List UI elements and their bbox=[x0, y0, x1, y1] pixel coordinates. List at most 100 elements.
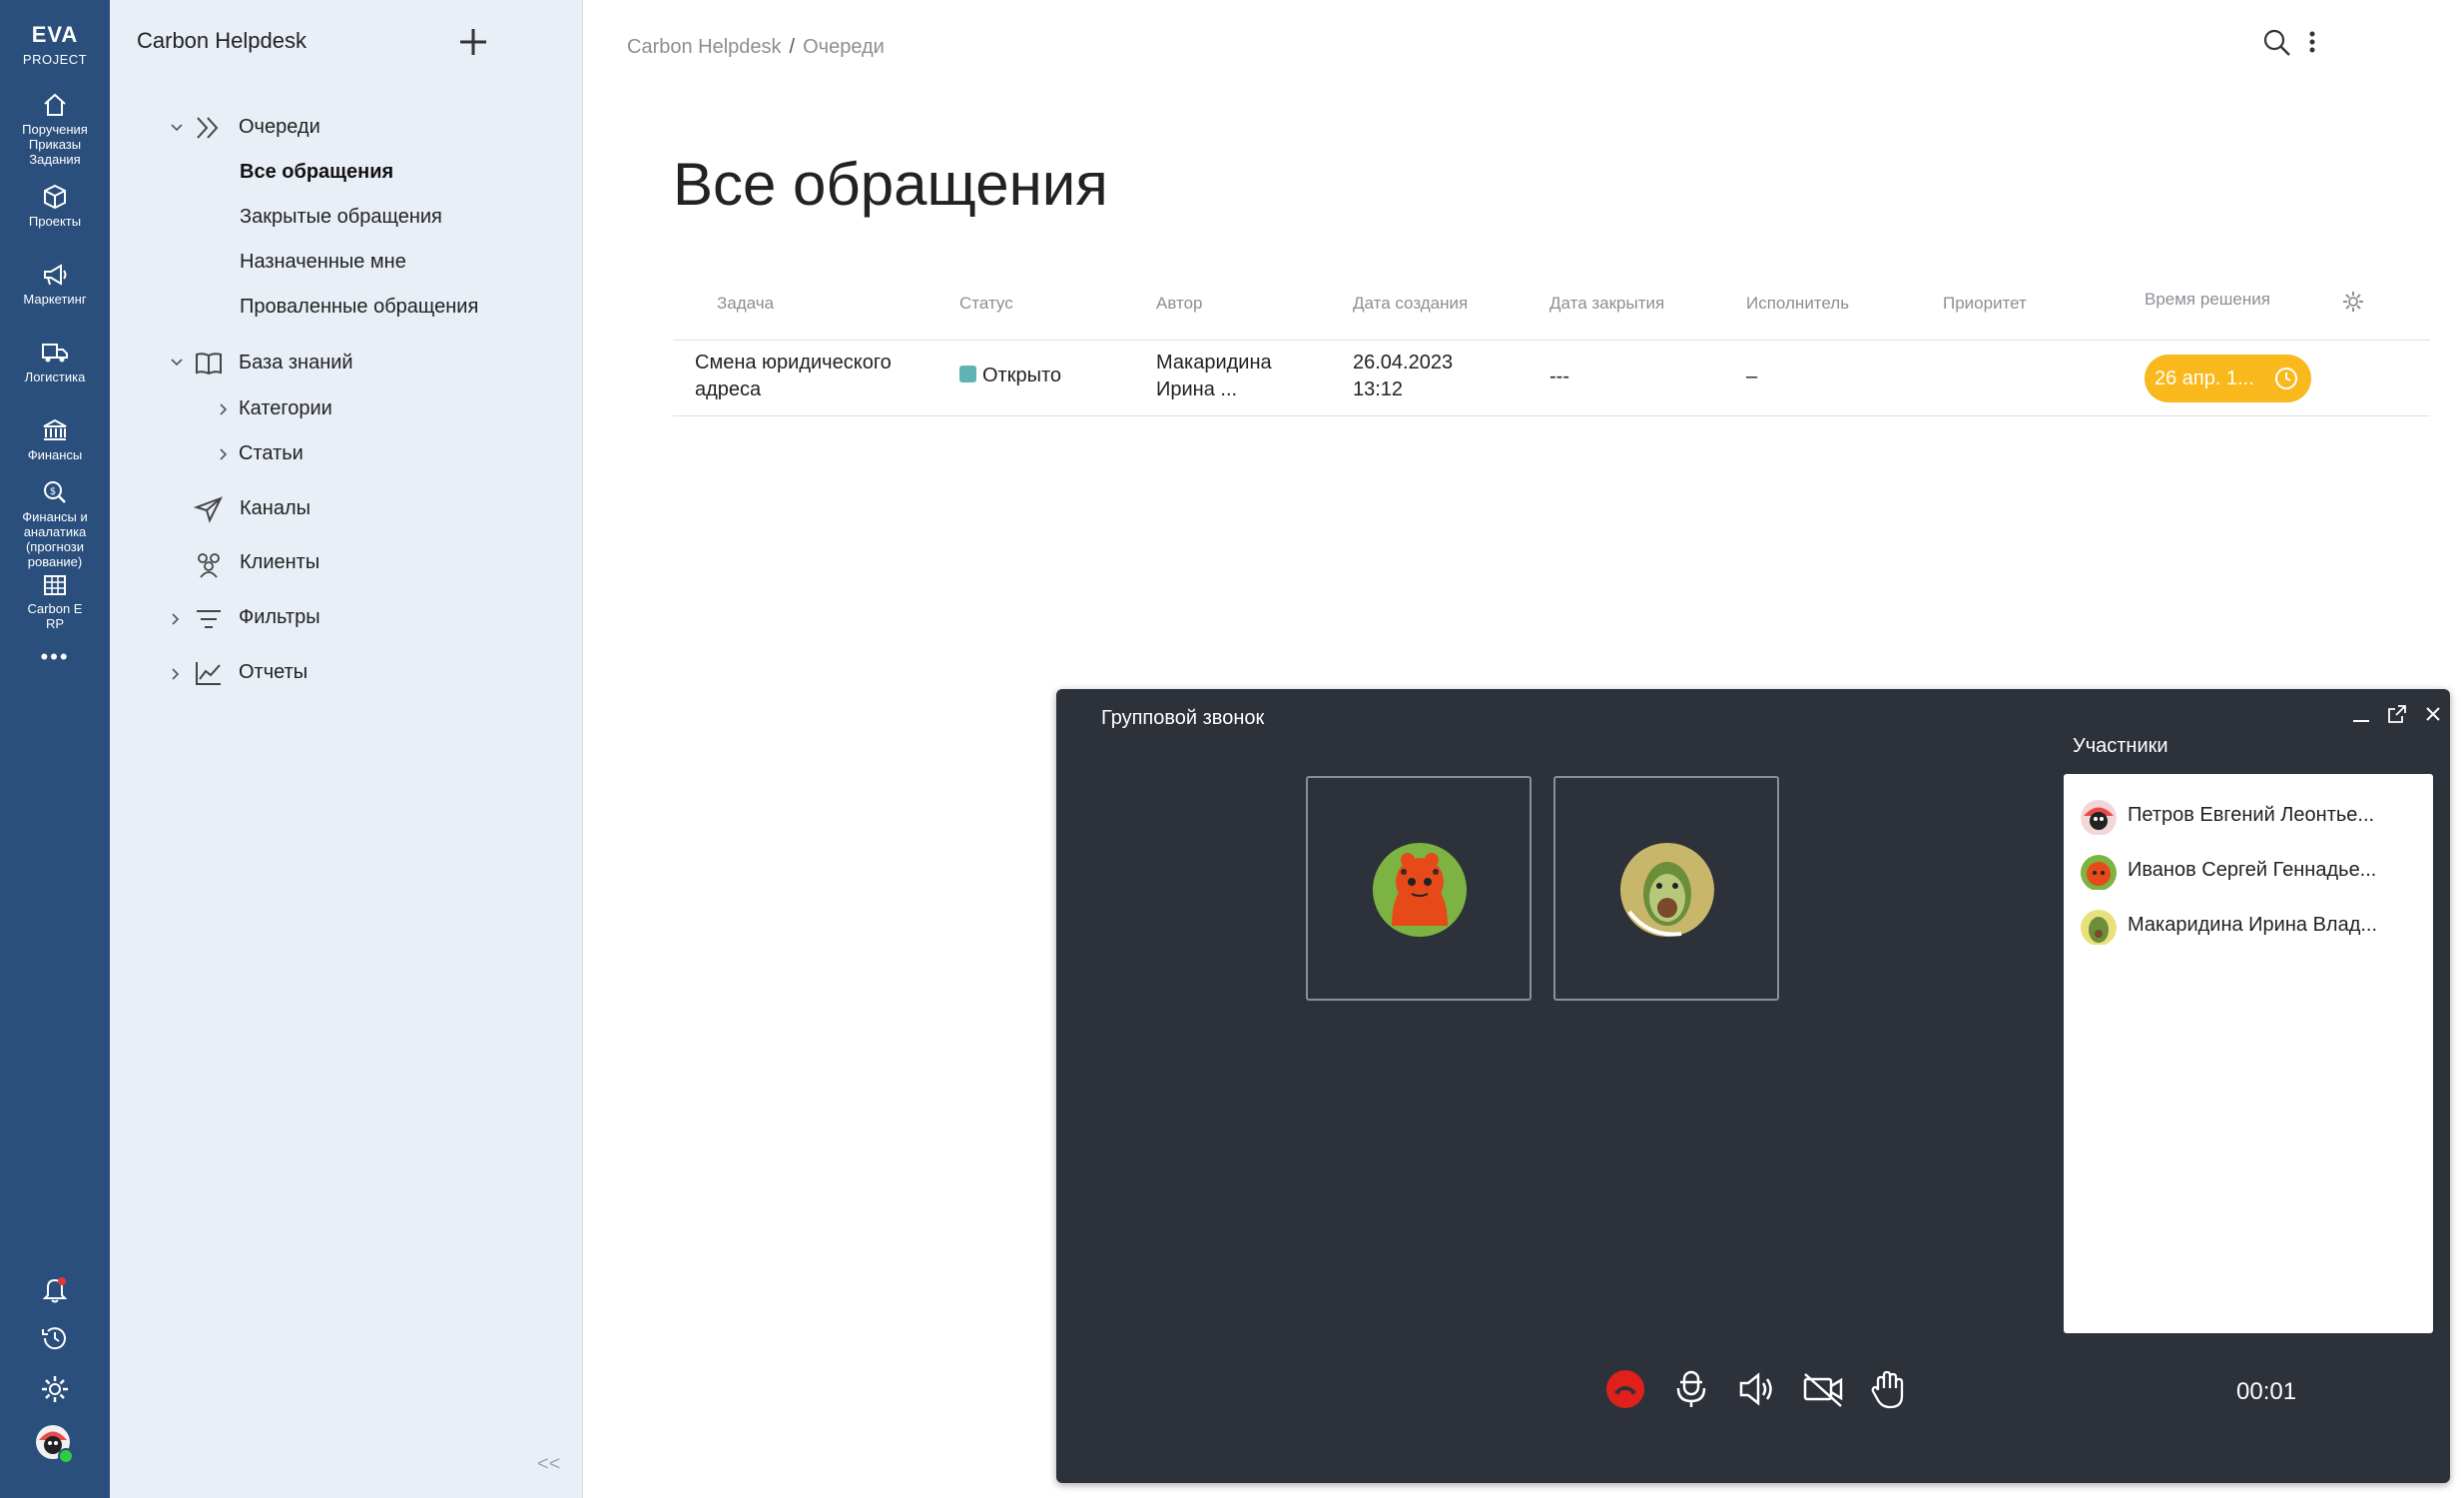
nav-knowledge-base[interactable]: База знаний bbox=[239, 352, 353, 374]
nav-queues[interactable]: Очереди bbox=[239, 116, 320, 139]
rail-item-analytics[interactable]: $ Финансы и аналатика (прогнози рование) bbox=[0, 479, 110, 569]
cell-author-line1: Макаридина bbox=[1156, 352, 1272, 374]
app-logo[interactable]: EVA PROJECT bbox=[0, 22, 110, 67]
cell-created: 26.04.2023 13:12 bbox=[1353, 350, 1453, 403]
nav-failed-requests[interactable]: Проваленные обращения bbox=[240, 296, 478, 319]
cell-status: Открыто bbox=[959, 363, 1061, 389]
nav-clients[interactable]: Клиенты bbox=[240, 551, 319, 574]
raise-hand-icon[interactable] bbox=[1866, 1366, 1912, 1412]
rail-item-label: Проекты bbox=[28, 214, 82, 229]
nav-articles[interactable]: Статьи bbox=[239, 442, 304, 465]
nav-channels[interactable]: Каналы bbox=[240, 497, 310, 520]
megaphone-icon bbox=[44, 264, 67, 286]
participant-avatar-icon bbox=[2081, 800, 2117, 835]
column-header-task[interactable]: Задача bbox=[717, 294, 774, 314]
cell-task-line1: Смена юридического bbox=[695, 352, 892, 374]
gear-icon[interactable] bbox=[2340, 289, 2366, 315]
minimize-icon[interactable] bbox=[2350, 703, 2372, 725]
column-header-assignee[interactable]: Исполнитель bbox=[1746, 294, 1849, 314]
resolution-time-badge[interactable]: 26 апр. 1... bbox=[2145, 355, 2311, 402]
participant-avatar-icon bbox=[1373, 843, 1467, 937]
svg-text:$: $ bbox=[50, 486, 56, 497]
hangup-icon[interactable] bbox=[1602, 1366, 1648, 1412]
history-icon bbox=[42, 1327, 66, 1350]
rail-item-projects[interactable]: Проекты bbox=[0, 184, 110, 229]
navigation-panel: Carbon Helpdesk Очереди Все обращения За… bbox=[110, 0, 583, 1498]
bank-icon bbox=[43, 418, 67, 440]
column-header-priority[interactable]: Приоритет bbox=[1943, 294, 2027, 314]
cell-author-line2: Ирина ... bbox=[1156, 378, 1238, 400]
truck-icon bbox=[42, 344, 68, 363]
group-call-window[interactable]: Групповой звонок Участники Петров Евгени… bbox=[1056, 689, 2450, 1483]
rail-item-tasks[interactable]: Поручения Приказы Задания bbox=[0, 92, 110, 167]
microphone-icon[interactable] bbox=[1668, 1366, 1714, 1412]
cell-task[interactable]: Смена юридического адреса bbox=[695, 350, 892, 403]
column-header-author[interactable]: Автор bbox=[1156, 294, 1203, 314]
breadcrumb-root[interactable]: Carbon Helpdesk bbox=[627, 36, 782, 58]
search-icon[interactable] bbox=[2260, 26, 2294, 60]
close-icon[interactable] bbox=[2422, 703, 2444, 725]
nav-all-requests[interactable]: Все обращения bbox=[240, 161, 393, 184]
bell-icon bbox=[42, 1277, 68, 1303]
chevron-right-icon[interactable] bbox=[218, 402, 228, 416]
chart-line-icon bbox=[196, 662, 221, 685]
participant-name: Иванов Сергей Геннадье... bbox=[2128, 859, 2377, 881]
history-button[interactable] bbox=[0, 1322, 110, 1359]
nav-closed-requests[interactable]: Закрытые обращения bbox=[240, 206, 442, 229]
breadcrumb-current[interactable]: Очереди bbox=[803, 36, 885, 58]
column-header-closed[interactable]: Дата закрытия bbox=[1549, 294, 1664, 314]
chevron-down-icon[interactable] bbox=[170, 357, 184, 369]
page-title: Все обращения bbox=[673, 151, 1108, 218]
camera-off-icon[interactable] bbox=[1800, 1366, 1846, 1412]
rail-item-label: Финансы и аналатика (прогнози рование) bbox=[22, 509, 88, 569]
nav-filters[interactable]: Фильтры bbox=[239, 606, 320, 629]
notifications-button[interactable] bbox=[0, 1273, 110, 1310]
column-header-status[interactable]: Статус bbox=[959, 294, 1013, 314]
nav-reports[interactable]: Отчеты bbox=[239, 661, 308, 684]
call-title: Групповой звонок bbox=[1101, 707, 1265, 729]
cell-closed: --- bbox=[1549, 366, 1569, 387]
participant-item[interactable]: Иванов Сергей Геннадье... bbox=[2080, 850, 2419, 890]
status-open-badge bbox=[959, 366, 976, 382]
breadcrumb-separator: / bbox=[789, 36, 796, 58]
participant-item[interactable]: Петров Евгений Леонтье... bbox=[2080, 795, 2419, 835]
settings-button[interactable] bbox=[0, 1373, 110, 1410]
chevron-right-icon[interactable] bbox=[170, 667, 180, 681]
cell-created-date: 26.04.2023 bbox=[1353, 352, 1454, 374]
clock-icon bbox=[2275, 368, 2297, 389]
add-icon[interactable] bbox=[455, 24, 491, 60]
column-header-created[interactable]: Дата создания bbox=[1353, 294, 1468, 314]
user-avatar-button[interactable] bbox=[0, 1423, 110, 1470]
rail-item-marketing[interactable]: Маркетинг bbox=[0, 262, 110, 307]
more-vertical-icon[interactable] bbox=[2302, 26, 2322, 60]
rail-item-finance[interactable]: Финансы bbox=[0, 417, 110, 462]
book-icon bbox=[196, 353, 222, 375]
participant-name: Петров Евгений Леонтье... bbox=[2128, 804, 2375, 826]
rail-item-logistics[interactable]: Логистика bbox=[0, 340, 110, 384]
cell-task-line2: адреса bbox=[695, 378, 762, 400]
chevron-right-icon[interactable] bbox=[218, 447, 228, 461]
video-tile[interactable] bbox=[1553, 776, 1779, 1001]
column-header-resolution[interactable]: Время решения bbox=[2145, 290, 2270, 310]
search-coin-icon: $ bbox=[44, 481, 66, 503]
collapse-sidebar-button[interactable]: << bbox=[537, 1453, 560, 1476]
breadcrumb: Carbon Helpdesk / Очереди bbox=[627, 36, 885, 59]
grid-building-icon bbox=[44, 575, 66, 595]
rail-item-erp[interactable]: Carbon E RP bbox=[0, 573, 110, 631]
rail-more-button[interactable]: ••• bbox=[0, 646, 110, 668]
cell-author: Макаридина Ирина ... bbox=[1156, 350, 1272, 403]
nav-assigned-to-me[interactable]: Назначенные мне bbox=[240, 251, 406, 274]
participant-item[interactable]: Макаридина Ирина Влад... bbox=[2080, 905, 2419, 945]
popout-icon[interactable] bbox=[2386, 703, 2408, 725]
home-icon bbox=[44, 93, 66, 116]
paper-plane-icon bbox=[194, 496, 224, 523]
filter-icon bbox=[197, 610, 221, 628]
chevron-down-icon[interactable] bbox=[170, 122, 184, 134]
rail-item-label: Поручения Приказы Задания bbox=[22, 122, 88, 167]
video-tile[interactable] bbox=[1306, 776, 1532, 1001]
logo-line2: PROJECT bbox=[22, 52, 88, 67]
rail-item-label: Логистика bbox=[24, 370, 86, 384]
nav-categories[interactable]: Категории bbox=[239, 397, 332, 420]
chevron-right-icon[interactable] bbox=[170, 612, 180, 626]
speaker-icon[interactable] bbox=[1734, 1366, 1780, 1412]
